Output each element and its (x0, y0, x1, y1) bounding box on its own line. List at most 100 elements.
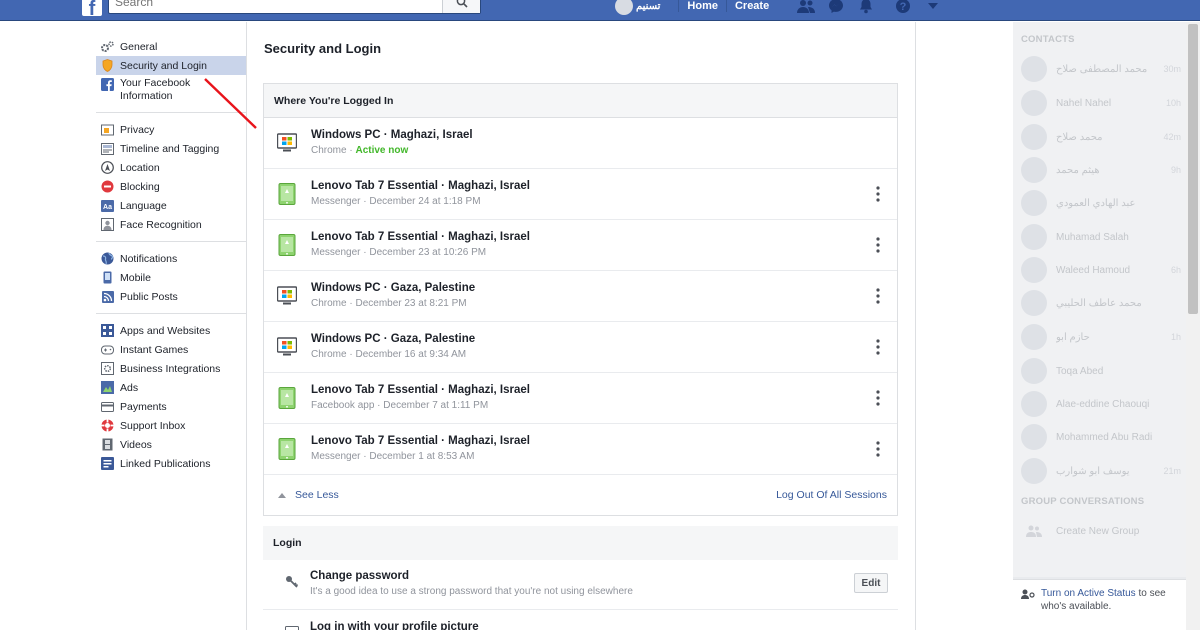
more-options-icon[interactable] (875, 288, 881, 304)
search-input[interactable] (109, 0, 439, 13)
see-less-label: See Less (295, 489, 339, 501)
session-app: Chrome (311, 298, 347, 309)
user-avatar[interactable] (615, 0, 633, 15)
active-status-bar: Turn on Active Status to see who's avail… (1013, 579, 1186, 630)
edit-password-button[interactable]: Edit (854, 573, 888, 593)
tablet-icon (278, 387, 296, 409)
windows-pc-icon (277, 337, 297, 356)
session-row[interactable]: Windows PC · Maghazi, Israel Chrome · Ac… (264, 118, 897, 169)
create-link[interactable]: Create (725, 0, 777, 12)
nav-instant-games-label: Instant Games (120, 343, 189, 356)
session-time: December 24 at 1:18 PM (369, 196, 481, 207)
globe-icon (101, 252, 114, 265)
nav-apps-label: Apps and Websites (120, 324, 211, 337)
ads-icon (101, 381, 114, 394)
nav-general[interactable]: General (96, 37, 246, 56)
nav-timeline-and-tagging[interactable]: Timeline and Tagging (96, 139, 246, 158)
session-time: December 16 at 9:34 AM (355, 349, 467, 360)
session-row[interactable]: Lenovo Tab 7 Essential · Maghazi, Israel… (264, 424, 897, 475)
change-password-description: It's a good idea to use a strong passwor… (310, 586, 633, 597)
mobile-icon (101, 271, 114, 284)
session-time: December 23 at 8:21 PM (355, 298, 467, 309)
nav-support-inbox-label: Support Inbox (120, 419, 186, 432)
session-meta: Chrome · December 23 at 8:21 PM (311, 298, 467, 309)
chat-inactive-overlay (1013, 22, 1186, 577)
session-device: Windows PC · Maghazi, Israel (311, 129, 473, 141)
nav-face-recognition[interactable]: Face Recognition (96, 215, 246, 234)
top-navigation-bar: f تسنيم Home Create ? (0, 0, 1200, 21)
see-less-link[interactable]: See Less (278, 489, 339, 501)
help-icon[interactable]: ? (893, 0, 913, 14)
nav-blocking[interactable]: Blocking (96, 177, 246, 196)
session-row[interactable]: Lenovo Tab 7 Essential · Maghazi, Israel… (264, 169, 897, 220)
nav-language[interactable]: Aa Language (96, 196, 246, 215)
nav-blocking-label: Blocking (120, 180, 160, 193)
search-button[interactable] (442, 0, 480, 13)
tablet-icon (278, 183, 296, 205)
nav-divider (96, 313, 246, 314)
session-device: Lenovo Tab 7 Essential · Maghazi, Israel (311, 180, 530, 192)
session-app: Messenger (311, 196, 361, 207)
block-icon (101, 180, 114, 193)
session-meta: Chrome · Active now (311, 145, 408, 156)
session-row[interactable]: Windows PC · Gaza, Palestine Chrome · De… (264, 271, 897, 322)
change-password-row: Change password It's a good idea to use … (263, 560, 898, 610)
nav-security-and-login[interactable]: Security and Login (96, 56, 246, 75)
nav-privacy-label: Privacy (120, 123, 155, 136)
friends-icon[interactable] (796, 0, 816, 14)
session-row[interactable]: Windows PC · Gaza, Palestine Chrome · De… (264, 322, 897, 373)
session-app: Chrome (311, 145, 347, 156)
nav-ads-label: Ads (120, 381, 139, 394)
nav-ads[interactable]: Ads (96, 378, 246, 397)
session-row[interactable]: Lenovo Tab 7 Essential · Maghazi, Israel… (264, 373, 897, 424)
session-app: Chrome (311, 349, 347, 360)
nav-payments[interactable]: Payments (96, 397, 246, 416)
nav-mobile-label: Mobile (120, 271, 151, 284)
nav-linked-publications[interactable]: Linked Publications (96, 454, 246, 473)
nav-linked-publications-label: Linked Publications (120, 457, 211, 470)
gear-icon (101, 40, 114, 53)
nav-face-recognition-label: Face Recognition (120, 218, 202, 231)
session-meta: Messenger · December 1 at 8:53 AM (311, 451, 474, 462)
lock-icon (101, 123, 114, 136)
nav-business-integrations[interactable]: Business Integrations (96, 359, 246, 378)
facebook-logo[interactable]: f (82, 0, 102, 20)
nav-security-label: Security and Login (120, 59, 207, 72)
home-link[interactable]: Home (678, 0, 726, 12)
content-right-border (915, 22, 916, 630)
windows-pc-icon (277, 133, 297, 152)
active-status-text: Turn on Active Status to see who's avail… (1041, 587, 1181, 613)
nav-support-inbox[interactable]: Support Inbox (96, 416, 246, 435)
nav-videos[interactable]: Videos (96, 435, 246, 454)
nav-mobile[interactable]: Mobile (96, 268, 246, 287)
nav-notifications[interactable]: Notifications (96, 249, 246, 268)
bell-icon[interactable] (856, 0, 876, 14)
more-options-icon[interactable] (875, 441, 881, 457)
more-options-icon[interactable] (875, 339, 881, 355)
nav-general-label: General (120, 40, 158, 53)
session-meta: Messenger · December 24 at 1:18 PM (311, 196, 481, 207)
session-time: December 23 at 10:26 PM (369, 247, 487, 258)
session-app: Facebook app (311, 400, 375, 411)
login-section-header: Login (263, 526, 898, 560)
caret-down-icon[interactable] (923, 0, 943, 14)
more-options-icon[interactable] (875, 390, 881, 406)
nav-public-posts[interactable]: Public Posts (96, 287, 246, 306)
session-meta: Messenger · December 23 at 10:26 PM (311, 247, 486, 258)
messenger-icon[interactable] (826, 0, 846, 14)
more-options-icon[interactable] (875, 186, 881, 202)
log-out-all-sessions-link[interactable]: Log Out Of All Sessions (776, 489, 887, 501)
turn-on-active-status-link[interactable]: Turn on Active Status (1041, 588, 1136, 599)
scrollbar-thumb[interactable] (1188, 24, 1198, 314)
user-name-link[interactable]: تسنيم (636, 1, 660, 12)
nav-location[interactable]: Location (96, 158, 246, 177)
location-icon (101, 161, 114, 174)
session-row[interactable]: Lenovo Tab 7 Essential · Maghazi, Israel… (264, 220, 897, 271)
nav-instant-games[interactable]: Instant Games (96, 340, 246, 359)
face-icon (101, 218, 114, 231)
profile-picture-login-row: Log in with your profile picture (263, 610, 898, 630)
more-options-icon[interactable] (875, 237, 881, 253)
nav-apps-and-websites[interactable]: Apps and Websites (96, 321, 246, 340)
svg-text:?: ? (900, 1, 907, 13)
film-icon (101, 438, 114, 451)
